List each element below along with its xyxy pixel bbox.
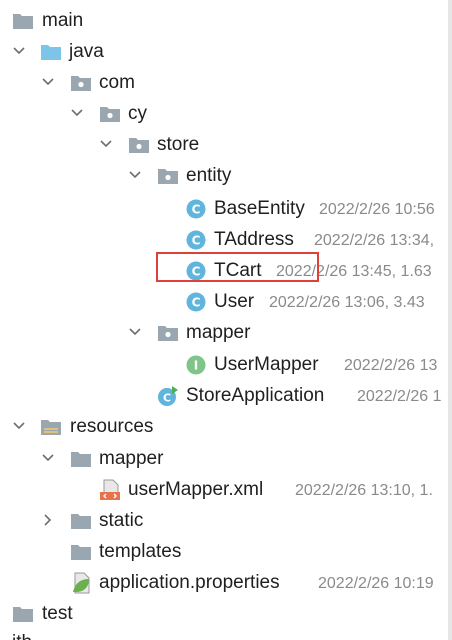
scrollbar-track[interactable] [448,0,452,640]
tree-item-meta: 2022/2/26 10:56 [319,201,435,218]
interface-icon: I [185,354,207,376]
chevron-down-icon[interactable] [69,105,85,121]
tree-item-label: main [42,10,84,31]
package-icon [70,72,92,94]
tree-row-baseentity[interactable]: C BaseEntity 2022/2/26 10:56 [0,193,448,224]
tree-row-test[interactable]: test [0,598,448,629]
class-icon: C [185,198,207,220]
tree-row-com[interactable]: com [0,67,448,98]
tree-row-application-properties[interactable]: application.properties 2022/2/26 10:19 [0,567,448,598]
tree-item-label: User [214,291,255,312]
tree-row-usermapper-xml[interactable]: userMapper.xml 2022/2/26 13:10, 1. [0,474,448,505]
tree-item-meta: 2022/2/26 1 [357,388,442,405]
tree-item-label: test [42,603,73,624]
tree-item-label: templates [99,541,182,562]
tree-item-label: UserMapper [214,354,319,375]
resources-folder-icon [40,416,62,438]
tree-item-label: static [99,510,144,531]
tree-item-label: com [99,72,135,93]
tree-item-label: application.properties [99,572,280,593]
class-icon: C [185,291,207,313]
spring-properties-icon [70,572,92,594]
tree-item-label: store [157,134,200,155]
source-folder-icon [40,41,62,63]
folder-icon [12,10,34,32]
svg-text:C: C [163,392,171,405]
tree-row-partial[interactable]: ith [0,627,448,640]
svg-text:C: C [192,296,201,310]
highlight-annotation [156,252,319,282]
svg-text:I: I [194,359,198,373]
chevron-down-icon[interactable] [127,167,143,183]
chevron-down-icon[interactable] [11,43,27,59]
chevron-down-icon[interactable] [127,324,143,340]
package-icon [99,103,121,125]
tree-item-meta: 2022/2/26 13:34, [314,232,435,249]
tree-row-mapper-folder[interactable]: mapper [0,443,448,474]
tree-item-label: resources [70,416,154,437]
tree-row-templates[interactable]: templates [0,536,448,567]
tree-item-label: cy [128,103,147,124]
package-icon [157,322,179,344]
chevron-down-icon[interactable] [40,450,56,466]
tree-row-static[interactable]: static [0,505,448,536]
tree-item-meta: 2022/2/26 13:06, 3.43 [269,294,425,311]
tree-row-store[interactable]: store [0,129,448,160]
folder-icon [12,603,34,625]
folder-icon [70,510,92,532]
chevron-down-icon[interactable] [98,136,114,152]
tree-item-meta: 2022/2/26 13 [344,357,438,374]
tree-row-user[interactable]: C User 2022/2/26 13:06, 3.43 [0,286,448,317]
tree-item-label: mapper [99,448,164,469]
folder-icon [70,448,92,470]
chevron-down-icon[interactable] [40,74,56,90]
svg-text:C: C [192,234,201,248]
tree-row-main[interactable]: main [0,5,448,36]
tree-item-meta: 2022/2/26 10:19 [318,575,434,592]
chevron-down-icon[interactable] [11,418,27,434]
svg-text:C: C [192,203,201,217]
package-icon [157,165,179,187]
tree-item-label: entity [186,165,232,186]
spring-boot-class-icon: C [157,385,179,407]
tree-row-mapper-package[interactable]: mapper [0,317,448,348]
package-icon [128,134,150,156]
class-icon: C [185,229,207,251]
tree-row-cy[interactable]: cy [0,98,448,129]
tree-item-label: mapper [186,322,251,343]
tree-row-entity[interactable]: entity [0,160,448,191]
tree-item-label: userMapper.xml [128,479,264,500]
project-tree: main java com cy store entity C BaseEnti… [0,0,448,640]
xml-file-icon [99,479,121,501]
folder-icon [70,541,92,563]
tree-row-java[interactable]: java [0,36,448,67]
chevron-right-icon[interactable] [40,512,56,528]
tree-row-usermapper[interactable]: I UserMapper 2022/2/26 13 [0,349,448,380]
tree-item-label: java [69,41,104,62]
tree-row-taddress[interactable]: C TAddress 2022/2/26 13:34, [0,224,448,255]
tree-item-label: TAddress [214,229,294,250]
tree-item-label: StoreApplication [186,385,325,406]
tree-row-resources[interactable]: resources [0,411,448,442]
tree-item-meta: 2022/2/26 13:10, 1. [295,482,433,499]
tree-item-label: ith [12,631,32,640]
tree-item-label: BaseEntity [214,198,305,219]
tree-row-storeapplication[interactable]: C StoreApplication 2022/2/26 1 [0,380,448,411]
